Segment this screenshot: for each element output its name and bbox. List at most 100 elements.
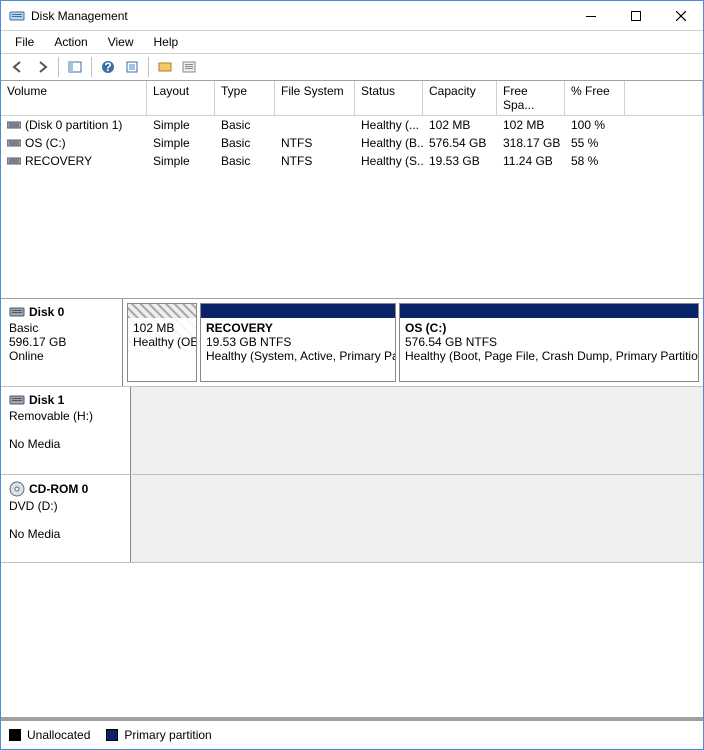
partition-status: Healthy (Boot, Page File, Crash Dump, Pr… <box>405 349 693 363</box>
column-header[interactable]: Type <box>215 81 275 115</box>
disk-label: CD-ROM 0 <box>29 482 88 496</box>
cell: NTFS <box>275 153 355 169</box>
column-header[interactable]: Volume <box>1 81 147 115</box>
cell: 318.17 GB <box>497 135 565 151</box>
partition-size: 576.54 GB NTFS <box>405 335 693 349</box>
cell: Healthy (... <box>355 117 423 133</box>
column-header[interactable]: Free Spa... <box>497 81 565 115</box>
disk-size: 596.17 GB <box>9 335 114 349</box>
disk-block: Disk 0Basic596.17 GBOnline102 MBHealthy … <box>1 299 703 387</box>
disk-info[interactable]: Disk 0 Basic596.17 GBOnline <box>1 299 123 386</box>
svg-text:?: ? <box>104 60 111 74</box>
app-icon <box>9 8 25 24</box>
disk-partitions <box>131 387 703 474</box>
column-header[interactable]: Capacity <box>423 81 497 115</box>
menu-action[interactable]: Action <box>46 33 95 51</box>
volume-list-header: VolumeLayoutTypeFile SystemStatusCapacit… <box>1 81 703 116</box>
cell: 102 MB <box>423 117 497 133</box>
legend-swatch <box>106 729 118 741</box>
partition[interactable]: OS (C:)576.54 GB NTFSHealthy (Boot, Page… <box>399 303 699 382</box>
volume-row[interactable]: (Disk 0 partition 1) SimpleBasic Healthy (… <box>1 116 703 134</box>
column-header[interactable]: File System <box>275 81 355 115</box>
titlebar: Disk Management <box>1 1 703 31</box>
volume-icon <box>7 120 21 130</box>
partition-header <box>128 304 196 318</box>
disk-type: Basic <box>9 321 114 335</box>
menu-file[interactable]: File <box>7 33 42 51</box>
disk-partitions <box>131 475 703 562</box>
legend-swatch <box>9 729 21 741</box>
close-button[interactable] <box>658 1 703 30</box>
disk-partitions: 102 MBHealthy (OEM PaRECOVERY19.53 GB NT… <box>123 299 703 386</box>
disk-label: Disk 1 <box>29 393 64 407</box>
cd-icon <box>9 481 25 497</box>
disk-info[interactable]: CD-ROM 0 DVD (D:) No Media <box>1 475 131 562</box>
volume-icon <box>7 156 21 166</box>
volume-name: RECOVERY <box>25 154 92 168</box>
disk-status: No Media <box>9 437 122 451</box>
volume-list-body: (Disk 0 partition 1)SimpleBasicHealthy (… <box>1 116 703 170</box>
partition-status: Healthy (System, Active, Primary Partiti… <box>206 349 390 363</box>
disk-status: No Media <box>9 527 122 541</box>
menu-help[interactable]: Help <box>146 33 187 51</box>
separator <box>148 57 149 77</box>
separator <box>91 57 92 77</box>
cell <box>275 117 355 133</box>
cell: Basic <box>215 135 275 151</box>
disk-type: Removable (H:) <box>9 409 122 423</box>
forward-button[interactable] <box>31 56 53 78</box>
legend-label: Primary partition <box>124 728 211 742</box>
cell: 55 % <box>565 135 625 151</box>
legend-item: Unallocated <box>9 728 90 742</box>
disk-graphic-pane: Disk 0Basic596.17 GBOnline102 MBHealthy … <box>1 299 703 721</box>
settings-button[interactable] <box>154 56 176 78</box>
cell: NTFS <box>275 135 355 151</box>
cell: Basic <box>215 117 275 133</box>
cell: 576.54 GB <box>423 135 497 151</box>
cell: Simple <box>147 117 215 133</box>
disk-type: DVD (D:) <box>9 499 122 513</box>
properties-button[interactable] <box>178 56 200 78</box>
disk-label: Disk 0 <box>29 305 64 319</box>
help-button[interactable]: ? <box>97 56 119 78</box>
refresh-button[interactable] <box>121 56 143 78</box>
volume-row[interactable]: OS (C:)SimpleBasicNTFSHealthy (B...576.5… <box>1 134 703 152</box>
partition-header <box>400 304 698 318</box>
legend-label: Unallocated <box>27 728 90 742</box>
volume-name: (Disk 0 partition 1) <box>25 118 122 132</box>
partition-size: 102 MB <box>133 321 191 335</box>
maximize-button[interactable] <box>613 1 658 30</box>
disk-block: CD-ROM 0 DVD (D:) No Media <box>1 475 703 563</box>
back-button[interactable] <box>7 56 29 78</box>
content-area: VolumeLayoutTypeFile SystemStatusCapacit… <box>1 81 703 749</box>
partition-name: RECOVERY <box>206 321 390 335</box>
partition[interactable]: 102 MBHealthy (OEM Pa <box>127 303 197 382</box>
partition-status: Healthy (OEM Pa <box>133 335 191 349</box>
disk-info[interactable]: Disk 1 Removable (H:) No Media <box>1 387 131 474</box>
volume-row[interactable]: RECOVERYSimpleBasicNTFSHealthy (S...19.5… <box>1 152 703 170</box>
cell: 102 MB <box>497 117 565 133</box>
partition-name: OS (C:) <box>405 321 693 335</box>
window-title: Disk Management <box>31 9 568 23</box>
column-header[interactable]: Status <box>355 81 423 115</box>
show-hide-button[interactable] <box>64 56 86 78</box>
cell: Healthy (S... <box>355 153 423 169</box>
column-header[interactable]: Layout <box>147 81 215 115</box>
cell: Simple <box>147 153 215 169</box>
menubar: FileAction ViewHelp <box>1 31 703 53</box>
separator <box>58 57 59 77</box>
disk-icon <box>9 305 25 319</box>
partition[interactable]: RECOVERY19.53 GB NTFSHealthy (System, Ac… <box>200 303 396 382</box>
disk-block: Disk 1 Removable (H:) No Media <box>1 387 703 475</box>
volume-list-pane: VolumeLayoutTypeFile SystemStatusCapacit… <box>1 81 703 299</box>
cell: 19.53 GB <box>423 153 497 169</box>
legend-item: Primary partition <box>106 728 211 742</box>
menu-view[interactable]: View <box>100 33 142 51</box>
toolbar: ? <box>1 53 703 81</box>
minimize-button[interactable] <box>568 1 613 30</box>
column-header[interactable]: % Free <box>565 81 625 115</box>
cell: Simple <box>147 135 215 151</box>
cell: 100 % <box>565 117 625 133</box>
cell: Healthy (B... <box>355 135 423 151</box>
disk-status: Online <box>9 349 114 363</box>
